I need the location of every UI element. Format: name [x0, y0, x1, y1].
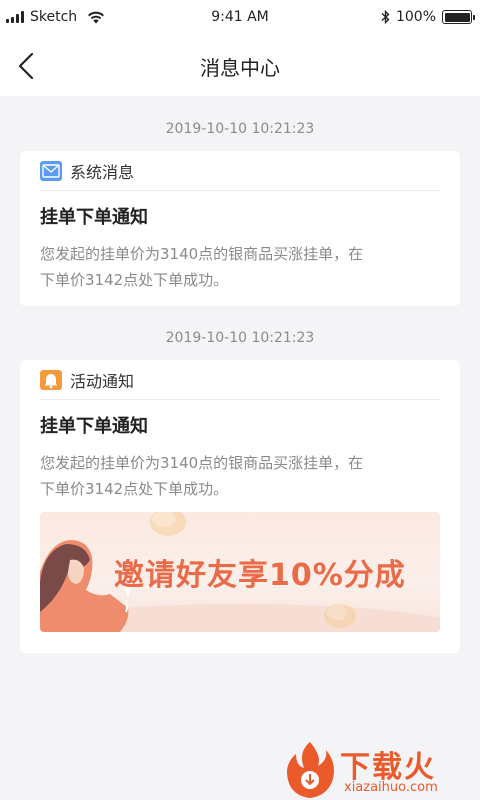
message-body: 您发起的挂单价为3140点的银商品买涨挂单，在 下单价3142点处下单成功。 — [40, 241, 440, 293]
message-timestamp: 2019-10-10 10:21:23 — [165, 121, 315, 137]
nav-bar: 消息中心 — [0, 36, 480, 96]
bluetooth-icon — [381, 10, 390, 24]
mail-icon — [40, 160, 62, 181]
message-title: 挂单下单通知 — [40, 416, 148, 437]
message-body-line: 您发起的挂单价为3140点的银商品买涨挂单，在 — [40, 245, 364, 263]
bell-icon — [40, 369, 62, 390]
battery-icon — [442, 10, 475, 24]
page-title: 消息中心 — [200, 56, 280, 80]
message-body-line: 下单价3142点处下单成功。 — [40, 271, 229, 289]
message-card[interactable]: 活动通知 挂单下单通知 您发起的挂单价为3140点的银商品买涨挂单，在 下单价3… — [20, 360, 460, 653]
message-card-header: 活动通知 — [40, 360, 440, 400]
message-category: 系统消息 — [70, 162, 135, 182]
message-body: 您发起的挂单价为3140点的银商品买涨挂单，在 下单价3142点处下单成功。 — [40, 450, 440, 502]
battery-percent: 100% — [395, 9, 436, 25]
watermark: 下载火 xiazaihuo.com — [280, 738, 480, 800]
status-right: 100% — [381, 9, 475, 25]
status-bar: Sketch 9:41 AM 100% — [0, 0, 480, 36]
invite-banner[interactable]: 邀请好友享10%分成 — [40, 512, 440, 632]
message-timestamp: 2019-10-10 10:21:23 — [165, 330, 315, 346]
message-card-header: 系统消息 — [40, 151, 440, 191]
message-body-line: 您发起的挂单价为3140点的银商品买涨挂单，在 — [40, 454, 364, 472]
flame-logo-icon — [287, 742, 334, 798]
banner-text: 邀请好友享10%分成 — [114, 558, 406, 593]
message-title: 挂单下单通知 — [40, 207, 148, 228]
message-body-line: 下单价3142点处下单成功。 — [40, 480, 229, 498]
message-card[interactable]: 系统消息 挂单下单通知 您发起的挂单价为3140点的银商品买涨挂单，在 下单价3… — [20, 151, 460, 306]
message-category: 活动通知 — [70, 371, 135, 391]
watermark-url: xiazaihuo.com — [344, 780, 438, 795]
